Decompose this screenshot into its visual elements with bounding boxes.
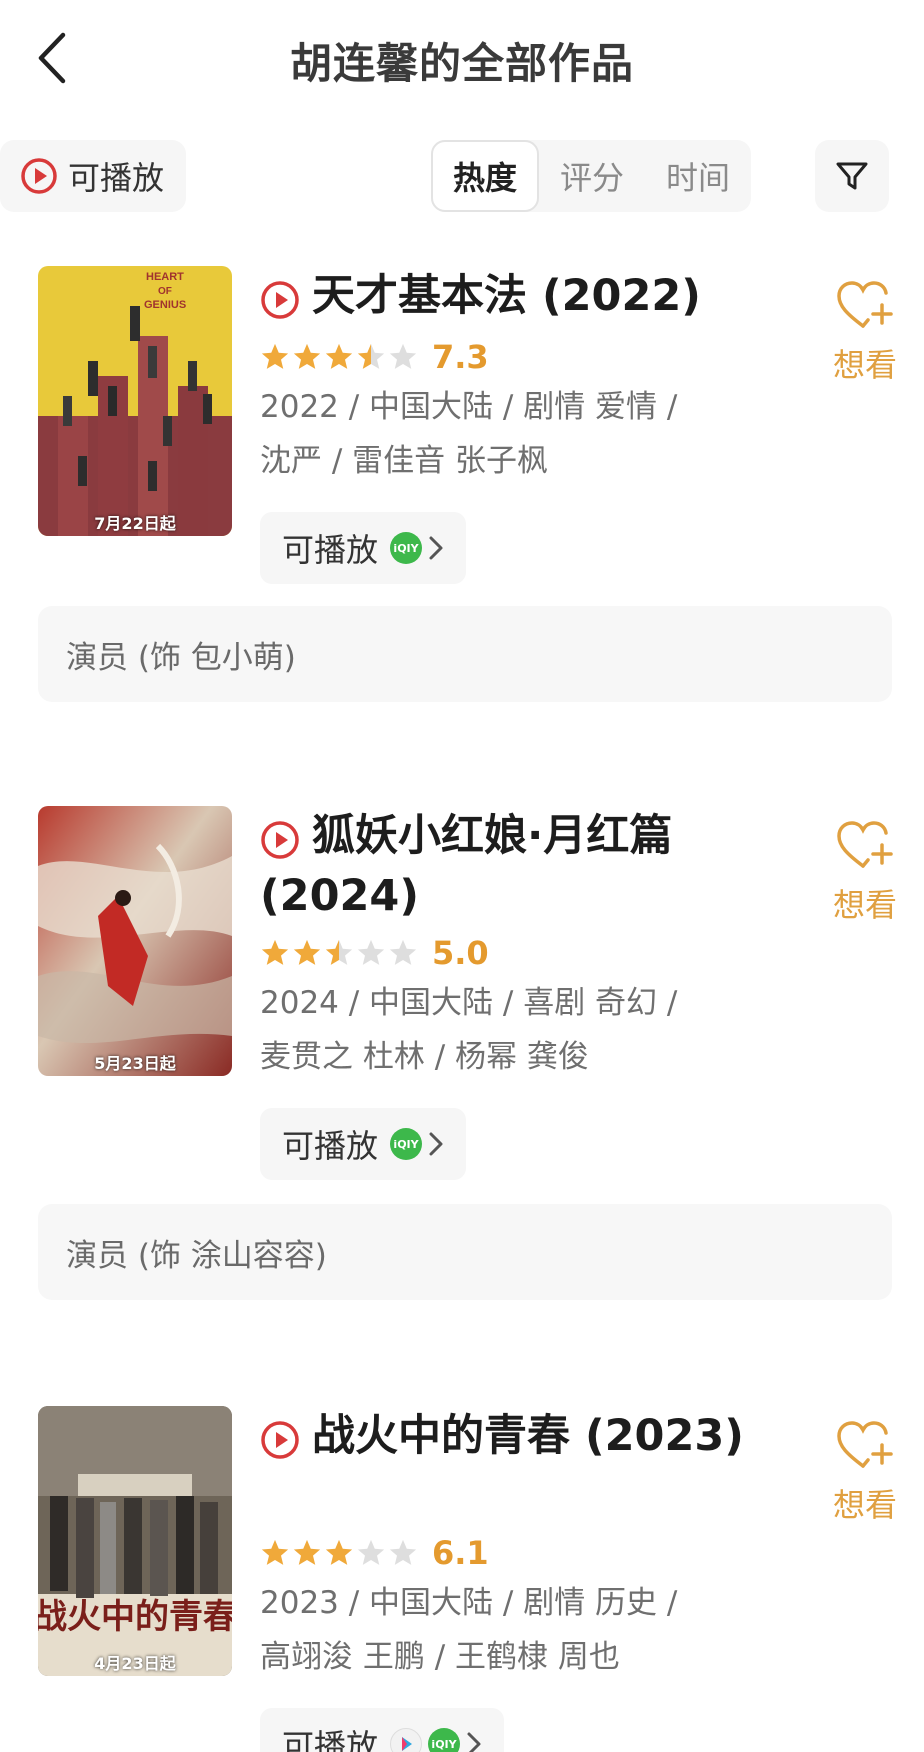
movie-meta: 2023 / 中国大陆 / 剧情 历史 / 高翊浚 王鹏 / 王鹤棣 周也 (260, 1576, 730, 1684)
top-bar: 胡连馨的全部作品 (0, 0, 924, 120)
filter-button[interactable] (815, 140, 889, 212)
star-icon (325, 343, 353, 369)
playable-chip-label: 可播放 (282, 531, 379, 569)
star-icon (357, 343, 385, 369)
meta-line: 2024 / 中国大陆 / 喜剧 奇幻 / (260, 985, 678, 1021)
poster-release-date: 7月22日起 (94, 514, 176, 533)
sort-tabs: 热度 评分 时间 (431, 140, 751, 212)
star-rating (260, 1538, 418, 1568)
rating-row: 7.3 (260, 338, 489, 376)
poster-release-date: 5月23日起 (94, 1054, 176, 1073)
rating-score: 6.1 (432, 1534, 489, 1572)
rating-row: 6.1 (260, 1534, 489, 1572)
star-rating (260, 938, 418, 968)
role-info: 演员 (饰 包小萌) (38, 606, 892, 702)
iqiyi-icon: iQIY (390, 532, 423, 564)
movie-title: 狐妖小红娘·月红篇 (2024) (260, 811, 673, 921)
playable-chip[interactable]: 可播放 iQIY (260, 1708, 505, 1752)
movie-title: 战火中的青春 (2023) (312, 1411, 744, 1461)
want-to-watch-label: 想看 (832, 1486, 897, 1524)
star-icon (357, 939, 385, 965)
sort-tab-rating[interactable]: 评分 (539, 140, 645, 212)
star-icon (357, 1539, 385, 1565)
star-icon (325, 1539, 353, 1565)
chevron-right-icon (429, 1132, 443, 1156)
svg-text:GENIUS: GENIUS (144, 299, 186, 311)
rating-row: 5.0 (260, 934, 489, 972)
star-icon (293, 343, 321, 369)
playable-chip-label: 可播放 (282, 1727, 379, 1752)
sort-tab-popularity[interactable]: 热度 (431, 140, 539, 212)
movie-poster[interactable]: 5月23日起 (38, 806, 232, 1076)
star-icon (325, 939, 353, 965)
rating-score: 7.3 (432, 338, 489, 376)
playable-filter-toggle[interactable]: 可播放 (0, 140, 186, 212)
poster-release-date: 4月23日起 (94, 1654, 176, 1673)
movie-poster[interactable]: 战火中的青春 4月23日起 (38, 1406, 232, 1676)
star-icon (261, 343, 289, 369)
star-icon (389, 343, 417, 369)
movie-poster[interactable]: HEART OF GENIUS 7月22日起 (38, 266, 232, 536)
movie-meta: 2024 / 中国大陆 / 喜剧 奇幻 / 麦贯之 杜林 / 杨幂 龚俊 (260, 976, 730, 1084)
filter-funnel-icon (836, 162, 868, 190)
meta-line: 沈严 / 雷佳音 张子枫 (260, 443, 549, 479)
heart-plus-icon (837, 281, 893, 328)
movie-meta: 2022 / 中国大陆 / 剧情 爱情 / 沈严 / 雷佳音 张子枫 (260, 380, 730, 488)
movie-title: 天才基本法 (2022) (312, 271, 701, 321)
star-icon (389, 939, 417, 965)
heart-plus-icon (837, 1421, 893, 1468)
star-icon (293, 939, 321, 965)
playable-chip[interactable]: 可播放 iQIY (260, 512, 467, 584)
chevron-right-icon (467, 1732, 481, 1752)
meta-line: 2022 / 中国大陆 / 剧情 爱情 / (260, 389, 678, 425)
youku-icon (390, 1728, 423, 1752)
poster-title-art: 战火中的青春 (38, 1597, 232, 1637)
want-to-watch-label: 想看 (832, 886, 897, 924)
chevron-right-icon (429, 536, 443, 560)
playable-chip[interactable]: 可播放 iQIY (260, 1108, 467, 1180)
want-to-watch-button[interactable]: 想看 (820, 820, 910, 926)
meta-line: 麦贯之 杜林 / 杨幂 龚俊 (260, 1039, 589, 1075)
star-icon (389, 1539, 417, 1565)
role-info: 演员 (饰 涂山容容) (38, 1204, 892, 1300)
star-icon (261, 1539, 289, 1565)
sort-tab-time[interactable]: 时间 (645, 140, 751, 212)
svg-text:HEART: HEART (146, 271, 184, 283)
iqiyi-icon: iQIY (428, 1728, 461, 1752)
meta-line: 2023 / 中国大陆 / 剧情 历史 / (260, 1585, 678, 1621)
filter-bar: 可播放 热度 评分 时间 (0, 140, 924, 212)
rating-score: 5.0 (432, 934, 489, 972)
star-icon (261, 939, 289, 965)
playable-filter-label: 可播放 (68, 159, 165, 197)
page-title: 胡连馨的全部作品 (289, 39, 634, 88)
playable-chip-label: 可播放 (282, 1127, 379, 1165)
play-circle-icon (21, 158, 57, 194)
want-to-watch-label: 想看 (832, 346, 897, 384)
want-to-watch-button[interactable]: 想看 (820, 1420, 910, 1526)
star-rating (260, 342, 418, 372)
svg-text:OF: OF (158, 286, 172, 297)
star-icon (293, 1539, 321, 1565)
iqiyi-icon: iQIY (390, 1128, 423, 1160)
meta-line: 高翊浚 王鹏 / 王鹤棣 周也 (260, 1639, 620, 1675)
want-to-watch-button[interactable]: 想看 (820, 280, 910, 386)
heart-plus-icon (837, 821, 893, 868)
